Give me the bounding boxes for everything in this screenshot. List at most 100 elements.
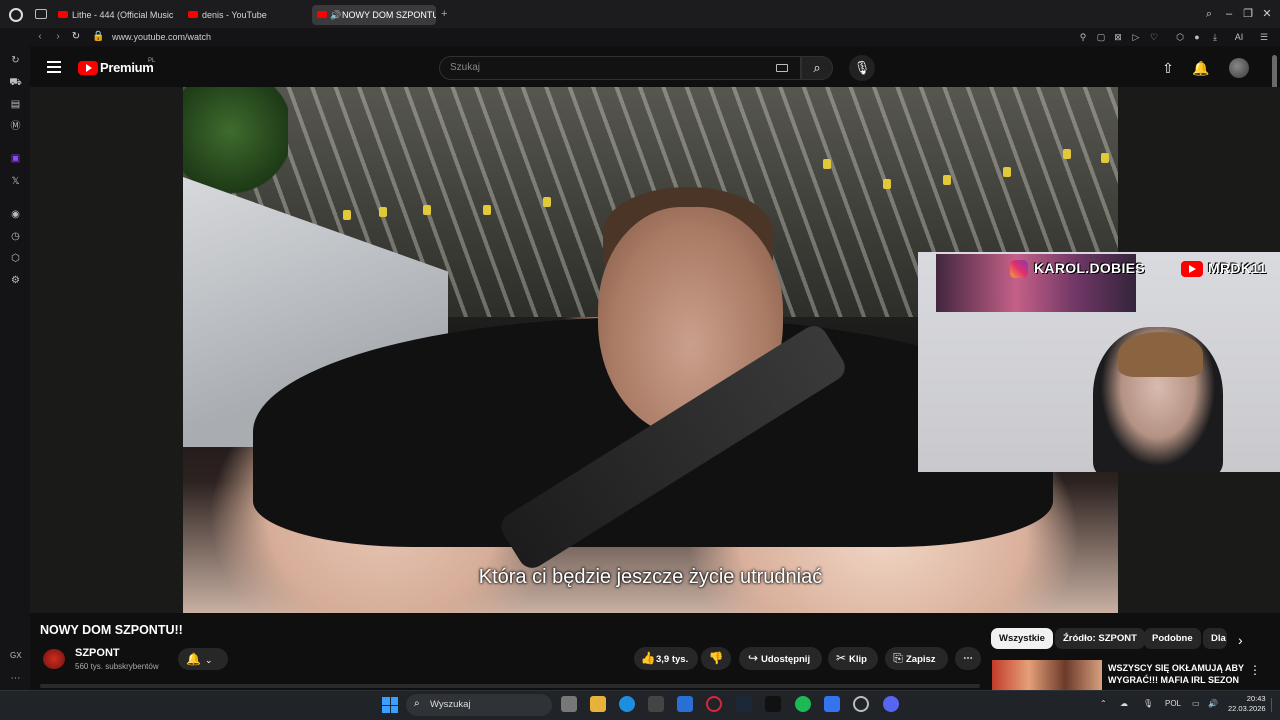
new-tab-plus-icon[interactable]: + xyxy=(441,8,447,20)
notifications-bell-icon[interactable]: 🔔 xyxy=(1192,60,1209,76)
shelf-marker xyxy=(943,175,951,185)
windows-taskbar xyxy=(0,690,1280,720)
save-label: Zapisz xyxy=(906,654,936,665)
keyboard-icon[interactable] xyxy=(776,64,788,72)
spotify-icon[interactable] xyxy=(795,696,811,712)
show-desktop-button[interactable] xyxy=(1271,698,1277,712)
language-indicator[interactable]: POL xyxy=(1165,699,1181,708)
tab-denis[interactable]: denis - YouTube xyxy=(186,5,304,25)
chip-for-you[interactable]: Dla xyxy=(1203,628,1227,649)
clip-button[interactable]: ✂ Klip xyxy=(828,647,878,670)
upload-icon[interactable]: ⇧ xyxy=(1160,60,1176,76)
snapshot-icon[interactable]: ▢ xyxy=(1095,31,1107,43)
save-button[interactable]: ⎘ Zapisz xyxy=(885,647,948,670)
video-title: NOWY DOM SZPONTU!! xyxy=(40,623,183,637)
player-icon[interactable]: ◉ xyxy=(9,208,22,221)
terminal-app-icon[interactable] xyxy=(765,696,781,712)
shelf-marker xyxy=(1101,153,1109,163)
chevron-right-icon[interactable]: › xyxy=(1238,632,1243,648)
tray-chevron-icon[interactable]: ⌃ xyxy=(1100,699,1107,708)
task-view-icon[interactable] xyxy=(561,696,577,712)
store-icon[interactable] xyxy=(648,696,664,712)
wifi-icon[interactable]: ▭ xyxy=(1192,699,1200,708)
channel-avatar[interactable] xyxy=(43,649,65,669)
opera-gx-icon[interactable] xyxy=(706,696,722,712)
clock-icon[interactable]: ◷ xyxy=(9,230,22,243)
chip-source[interactable]: Źródło: SZPONT xyxy=(1055,628,1145,649)
tab-lithe[interactable]: Lithe - 444 (Official Music xyxy=(56,5,174,25)
history-arrow-icon[interactable]: ↻ xyxy=(9,54,22,67)
tray-network-icon[interactable]: ☁ xyxy=(1120,699,1128,708)
settings-gear-icon[interactable]: ⚙ xyxy=(9,274,22,287)
reload-icon[interactable]: ↻ xyxy=(70,31,82,43)
bookmark-icon: ⎘ xyxy=(893,651,903,665)
share-icon: ↪ xyxy=(747,651,759,665)
app-blue-icon[interactable] xyxy=(824,696,840,712)
maximize-icon[interactable]: ❐ xyxy=(1241,7,1255,21)
youtube-logo-icon[interactable] xyxy=(78,61,98,75)
bookmark-heart-icon[interactable]: ♡ xyxy=(1148,31,1160,43)
ad-block-icon[interactable]: ⊠ xyxy=(1112,31,1124,43)
speaker-icon[interactable]: 🔊 xyxy=(330,5,341,25)
region-code: PL xyxy=(148,58,156,64)
more-dots-icon[interactable]: ⋯ xyxy=(9,672,22,685)
search-tabs-icon[interactable]: ⌕ xyxy=(1202,7,1216,21)
chip-related[interactable]: Podobne xyxy=(1144,628,1201,649)
search-button[interactable]: ⌕ xyxy=(801,56,833,80)
tray-mic-icon[interactable]: 🎙 xyxy=(1143,699,1153,708)
ai-button[interactable]: AI xyxy=(1228,31,1250,43)
tab-nowy-dom-szpontu[interactable]: 🔊 NOWY DOM SZPONTU xyxy=(312,5,436,25)
avatar[interactable] xyxy=(1229,58,1249,78)
url-field[interactable]: www.youtube.com/watch xyxy=(112,31,211,43)
chrome-like-icon[interactable] xyxy=(853,696,869,712)
recommendation-menu-icon[interactable]: ⋮ xyxy=(1249,663,1261,677)
pin-icon[interactable]: ⚲ xyxy=(1077,31,1089,43)
voice-search-mic-icon[interactable]: 🎙 xyxy=(849,55,875,81)
forward-icon[interactable]: › xyxy=(52,31,64,43)
steam-icon[interactable] xyxy=(736,696,752,712)
opera-logo-icon[interactable] xyxy=(9,8,23,22)
m-app-icon[interactable]: Ⓜ xyxy=(9,120,22,133)
close-icon[interactable]: ✕ xyxy=(1260,7,1274,21)
extensions-icon[interactable]: ⬡ xyxy=(1174,31,1186,43)
dislike-button[interactable]: 👎 xyxy=(701,647,731,670)
extensions-cube-icon[interactable]: ⬡ xyxy=(9,252,22,265)
download-icon[interactable]: ⤓ xyxy=(1209,31,1221,43)
workspaces-icon[interactable] xyxy=(35,9,47,19)
file-explorer-icon[interactable] xyxy=(590,696,606,712)
chip-all[interactable]: Wszystkie xyxy=(991,628,1053,649)
taskbar-search-input[interactable] xyxy=(406,694,552,716)
instagram-icon xyxy=(1010,260,1028,278)
hamburger-menu-icon[interactable] xyxy=(47,61,61,73)
back-icon[interactable]: ‹ xyxy=(34,31,46,43)
account-icon[interactable]: ● xyxy=(1191,31,1203,43)
volume-icon[interactable]: 🔊 xyxy=(1208,699,1218,708)
windows-start-icon[interactable] xyxy=(382,697,398,713)
recommendation-thumbnail[interactable] xyxy=(992,660,1102,690)
shopping-icon[interactable]: ⛟ xyxy=(9,76,22,89)
edge-browser-icon[interactable] xyxy=(619,696,635,712)
premium-brand[interactable]: Premium xyxy=(100,60,154,75)
gx-corner-label[interactable]: GX xyxy=(10,651,22,660)
mail-icon[interactable] xyxy=(677,696,693,712)
like-button[interactable]: 👍3,9 tys. xyxy=(634,647,698,670)
more-actions-button[interactable]: ⋯ xyxy=(955,647,981,670)
news-icon[interactable]: ▤ xyxy=(9,98,22,111)
x-twitter-icon[interactable]: 𝕏 xyxy=(9,175,22,188)
shelf-marker xyxy=(379,207,387,217)
channel-name[interactable]: SZPONT xyxy=(75,647,120,659)
system-clock[interactable]: 20:43 22.03.2026 xyxy=(1228,694,1266,714)
subscriber-count: 560 tys. subskrybentów xyxy=(75,662,159,671)
minimize-icon[interactable]: – xyxy=(1222,7,1236,21)
taskbar-search-placeholder: Wyszukaj xyxy=(430,699,471,710)
twitch-icon[interactable]: ▣ xyxy=(9,152,22,165)
clock-time: 20:43 xyxy=(1246,694,1266,703)
share-button[interactable]: ↪ Udostępnij xyxy=(739,647,822,670)
discord-icon[interactable] xyxy=(883,696,899,712)
video-popout-icon[interactable]: ▷ xyxy=(1130,31,1142,43)
video-subtitle: Która ci będzie jeszcze życie utrudniać xyxy=(478,566,823,588)
menu-icon[interactable]: ☰ xyxy=(1258,31,1270,43)
search-input[interactable] xyxy=(439,56,801,80)
shelf-marker xyxy=(823,159,831,169)
subscription-bell-button[interactable]: 🔔 ⌄ xyxy=(178,648,228,670)
